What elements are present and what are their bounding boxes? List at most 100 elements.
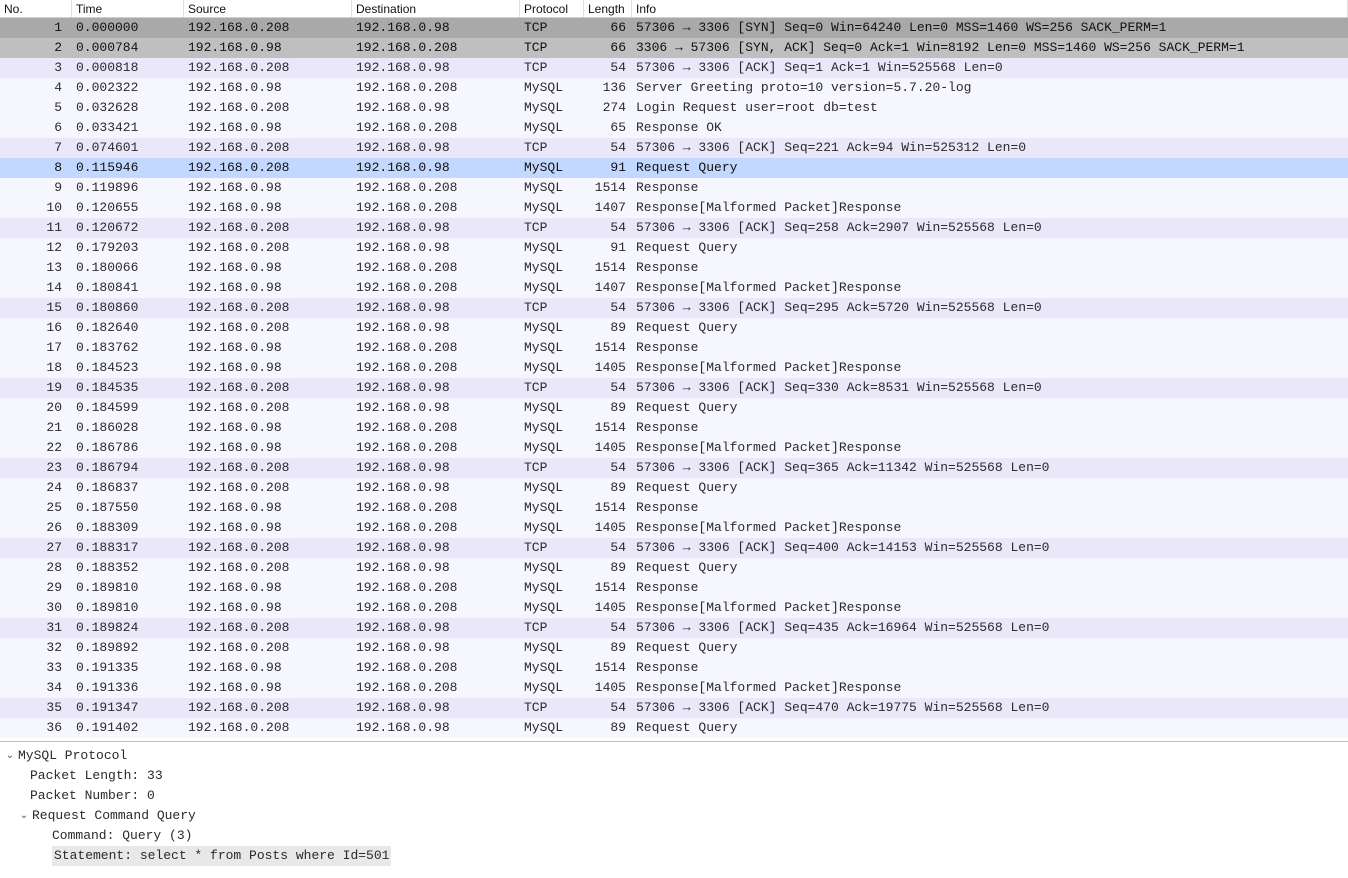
packet-length: 1405	[584, 678, 632, 698]
header-source[interactable]: Source	[184, 0, 352, 17]
packet-info: 57306 → 3306 [ACK] Seq=435 Ack=16964 Win…	[632, 618, 1348, 638]
table-row[interactable]: 180.184523192.168.0.98192.168.0.208MySQL…	[0, 358, 1348, 378]
packet-list-header[interactable]: No. Time Source Destination Protocol Len…	[0, 0, 1348, 18]
packet-source: 192.168.0.208	[184, 58, 352, 78]
packet-info: 57306 → 3306 [ACK] Seq=365 Ack=11342 Win…	[632, 458, 1348, 478]
packet-length: 54	[584, 378, 632, 398]
table-row[interactable]: 130.180066192.168.0.98192.168.0.208MySQL…	[0, 258, 1348, 278]
packet-time: 0.188317	[72, 538, 184, 558]
packet-no: 20	[0, 398, 72, 418]
table-row[interactable]: 140.180841192.168.0.98192.168.0.208MySQL…	[0, 278, 1348, 298]
packet-time: 0.033421	[72, 118, 184, 138]
table-row[interactable]: 80.115946192.168.0.208192.168.0.98MySQL9…	[0, 158, 1348, 178]
table-row[interactable]: 40.002322192.168.0.98192.168.0.208MySQL1…	[0, 78, 1348, 98]
table-row[interactable]: 300.189810192.168.0.98192.168.0.208MySQL…	[0, 598, 1348, 618]
packet-no: 5	[0, 98, 72, 118]
table-row[interactable]: 170.183762192.168.0.98192.168.0.208MySQL…	[0, 338, 1348, 358]
packet-source: 192.168.0.98	[184, 198, 352, 218]
table-row[interactable]: 50.032628192.168.0.208192.168.0.98MySQL2…	[0, 98, 1348, 118]
tree-leaf-packet-length[interactable]: Packet Length: 33	[4, 766, 1348, 786]
header-protocol[interactable]: Protocol	[520, 0, 584, 17]
header-time[interactable]: Time	[72, 0, 184, 17]
table-row[interactable]: 360.191402192.168.0.208192.168.0.98MySQL…	[0, 718, 1348, 738]
table-row[interactable]: 350.191347192.168.0.208192.168.0.98TCP54…	[0, 698, 1348, 718]
packet-info: Response	[632, 498, 1348, 518]
table-row[interactable]: 10.000000192.168.0.208192.168.0.98TCP665…	[0, 18, 1348, 38]
packet-info: Request Query	[632, 158, 1348, 178]
packet-time: 0.189810	[72, 598, 184, 618]
table-row[interactable]: 250.187550192.168.0.98192.168.0.208MySQL…	[0, 498, 1348, 518]
packet-length: 91	[584, 238, 632, 258]
packet-destination: 192.168.0.208	[352, 418, 520, 438]
table-row[interactable]: 190.184535192.168.0.208192.168.0.98TCP54…	[0, 378, 1348, 398]
header-length[interactable]: Length	[584, 0, 632, 17]
collapse-icon[interactable]: ⌄	[18, 806, 30, 826]
packet-time: 0.188352	[72, 558, 184, 578]
packet-length: 54	[584, 138, 632, 158]
packet-time: 0.032628	[72, 98, 184, 118]
packet-time: 0.189892	[72, 638, 184, 658]
packet-detail-pane[interactable]: ⌄ MySQL Protocol Packet Length: 33 Packe…	[0, 742, 1348, 866]
packet-time: 0.000000	[72, 18, 184, 38]
table-row[interactable]: 110.120672192.168.0.208192.168.0.98TCP54…	[0, 218, 1348, 238]
packet-length: 89	[584, 718, 632, 738]
packet-info: Response	[632, 578, 1348, 598]
packet-info: Request Query	[632, 558, 1348, 578]
table-row[interactable]: 290.189810192.168.0.98192.168.0.208MySQL…	[0, 578, 1348, 598]
header-no[interactable]: No.	[0, 0, 72, 17]
packet-protocol: TCP	[520, 138, 584, 158]
tree-node-mysql-protocol[interactable]: ⌄ MySQL Protocol	[4, 746, 1348, 766]
tree-leaf-packet-number[interactable]: Packet Number: 0	[4, 786, 1348, 806]
tree-leaf-statement[interactable]: Statement: select * from Posts where Id=…	[4, 846, 1348, 866]
packet-protocol: MySQL	[520, 438, 584, 458]
packet-protocol: MySQL	[520, 518, 584, 538]
table-row[interactable]: 310.189824192.168.0.208192.168.0.98TCP54…	[0, 618, 1348, 638]
table-row[interactable]: 320.189892192.168.0.208192.168.0.98MySQL…	[0, 638, 1348, 658]
packet-length: 54	[584, 218, 632, 238]
table-row[interactable]: 240.186837192.168.0.208192.168.0.98MySQL…	[0, 478, 1348, 498]
packet-length: 89	[584, 638, 632, 658]
packet-destination: 192.168.0.98	[352, 18, 520, 38]
table-row[interactable]: 270.188317192.168.0.208192.168.0.98TCP54…	[0, 538, 1348, 558]
table-row[interactable]: 340.191336192.168.0.98192.168.0.208MySQL…	[0, 678, 1348, 698]
packet-protocol: TCP	[520, 218, 584, 238]
packet-list-pane[interactable]: No. Time Source Destination Protocol Len…	[0, 0, 1348, 742]
table-row[interactable]: 70.074601192.168.0.208192.168.0.98TCP545…	[0, 138, 1348, 158]
tree-node-request-command[interactable]: ⌄ Request Command Query	[4, 806, 1348, 826]
table-row[interactable]: 30.000818192.168.0.208192.168.0.98TCP545…	[0, 58, 1348, 78]
table-row[interactable]: 120.179203192.168.0.208192.168.0.98MySQL…	[0, 238, 1348, 258]
packet-destination: 192.168.0.208	[352, 198, 520, 218]
packet-no: 15	[0, 298, 72, 318]
collapse-icon[interactable]: ⌄	[4, 746, 16, 766]
packet-source: 192.168.0.98	[184, 498, 352, 518]
packet-info: 57306 → 3306 [ACK] Seq=221 Ack=94 Win=52…	[632, 138, 1348, 158]
table-row[interactable]: 330.191335192.168.0.98192.168.0.208MySQL…	[0, 658, 1348, 678]
packet-destination: 192.168.0.208	[352, 598, 520, 618]
header-info[interactable]: Info	[632, 0, 1348, 17]
table-row[interactable]: 230.186794192.168.0.208192.168.0.98TCP54…	[0, 458, 1348, 478]
header-destination[interactable]: Destination	[352, 0, 520, 17]
packet-no: 34	[0, 678, 72, 698]
packet-no: 2	[0, 38, 72, 58]
table-row[interactable]: 280.188352192.168.0.208192.168.0.98MySQL…	[0, 558, 1348, 578]
table-row[interactable]: 90.119896192.168.0.98192.168.0.208MySQL1…	[0, 178, 1348, 198]
table-row[interactable]: 150.180860192.168.0.208192.168.0.98TCP54…	[0, 298, 1348, 318]
packet-source: 192.168.0.208	[184, 238, 352, 258]
table-row[interactable]: 100.120655192.168.0.98192.168.0.208MySQL…	[0, 198, 1348, 218]
packet-no: 11	[0, 218, 72, 238]
table-row[interactable]: 60.033421192.168.0.98192.168.0.208MySQL6…	[0, 118, 1348, 138]
table-row[interactable]: 220.186786192.168.0.98192.168.0.208MySQL…	[0, 438, 1348, 458]
packet-destination: 192.168.0.98	[352, 398, 520, 418]
table-row[interactable]: 200.184599192.168.0.208192.168.0.98MySQL…	[0, 398, 1348, 418]
table-row[interactable]: 260.188309192.168.0.98192.168.0.208MySQL…	[0, 518, 1348, 538]
packet-destination: 192.168.0.208	[352, 178, 520, 198]
table-row[interactable]: 160.182640192.168.0.208192.168.0.98MySQL…	[0, 318, 1348, 338]
table-row[interactable]: 20.000784192.168.0.98192.168.0.208TCP663…	[0, 38, 1348, 58]
packet-source: 192.168.0.98	[184, 578, 352, 598]
packet-protocol: MySQL	[520, 478, 584, 498]
packet-time: 0.115946	[72, 158, 184, 178]
table-row[interactable]: 210.186028192.168.0.98192.168.0.208MySQL…	[0, 418, 1348, 438]
tree-leaf-command[interactable]: Command: Query (3)	[4, 826, 1348, 846]
packet-protocol: TCP	[520, 58, 584, 78]
packet-destination: 192.168.0.98	[352, 318, 520, 338]
